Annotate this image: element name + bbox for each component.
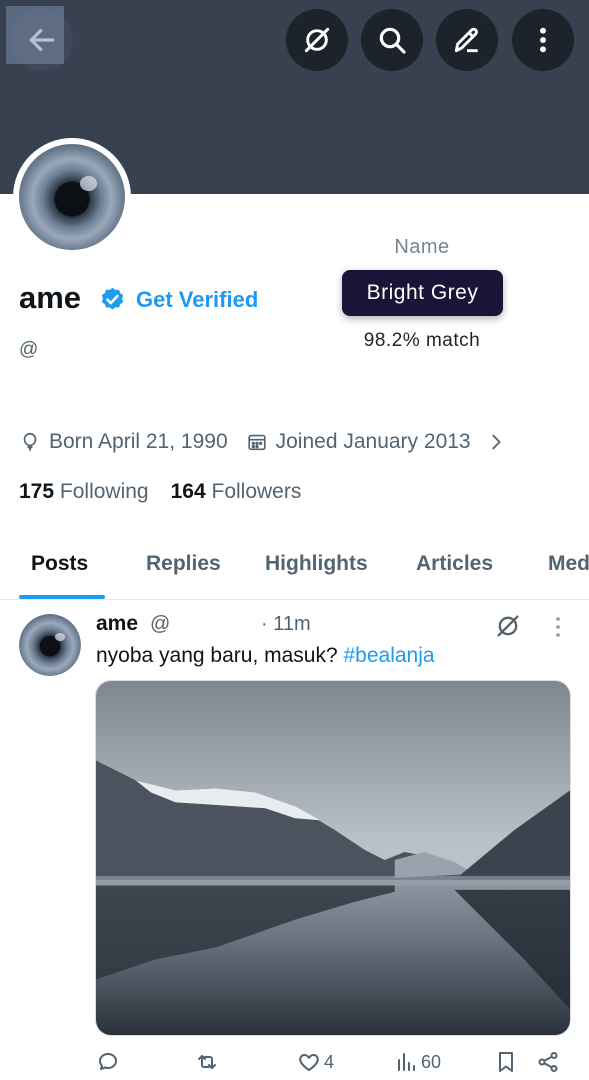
tab-articles[interactable]: Articles — [416, 552, 493, 576]
balloon-icon — [23, 432, 37, 452]
profile-tabs: Posts Replies Highlights Articles Media — [0, 540, 589, 600]
followers-link[interactable]: 164 Followers — [171, 480, 302, 503]
tab-replies[interactable]: Replies — [146, 552, 221, 576]
avatar-image — [19, 144, 125, 250]
birthdate: Born April 21, 1990 — [19, 430, 228, 454]
tab-highlights[interactable]: Highlights — [265, 552, 368, 576]
post-author-handle: @ — [150, 613, 171, 635]
following-label: Following — [59, 480, 149, 503]
grok-icon[interactable] — [494, 612, 522, 640]
color-name-label: Name — [394, 236, 450, 258]
color-match-percent: 98.2% match — [363, 330, 481, 351]
post-hashtag[interactable]: #bealanja — [344, 644, 435, 667]
calendar-icon — [248, 434, 266, 451]
tab-posts[interactable]: Posts — [31, 552, 88, 576]
profile-meta-row: Born April 21, 1990 Joined January 2013 — [19, 430, 515, 454]
followers-count: 164 — [170, 480, 206, 503]
color-name-pill: Bright Grey — [342, 270, 503, 316]
like-count: 4 — [324, 1051, 335, 1072]
grok-icon — [304, 27, 330, 53]
verified-badge-icon — [101, 287, 124, 310]
share-icon — [538, 1052, 558, 1072]
display-name: ame — [19, 280, 82, 315]
post-text: nyoba yang baru, masuk? #bealanja — [96, 644, 435, 668]
bookmark-icon — [499, 1052, 513, 1072]
view-count: 60 — [421, 1051, 442, 1072]
color-name-card: Name Bright Grey 98.2% match — [330, 230, 530, 378]
post-avatar[interactable] — [19, 614, 81, 676]
search-icon — [379, 27, 406, 54]
post-author-name[interactable]: ame — [96, 612, 138, 636]
views-button[interactable]: 60 — [394, 1050, 441, 1074]
get-verified-link[interactable]: Get Verified — [136, 287, 258, 313]
profile-handle: @ — [19, 339, 39, 360]
join-date-text: Joined January 2013 — [275, 430, 471, 453]
views-chart-icon — [398, 1053, 415, 1071]
lake-mountain-photo — [96, 681, 570, 1035]
reply-icon — [99, 1053, 117, 1070]
tab-media[interactable]: Media — [548, 552, 589, 576]
post-image[interactable] — [95, 680, 571, 1036]
following-count: 175 — [19, 480, 55, 503]
more-options-button[interactable] — [512, 9, 574, 71]
profile-avatar[interactable] — [13, 138, 131, 256]
share-button[interactable] — [536, 1050, 560, 1074]
repost-icon — [198, 1055, 216, 1069]
join-date[interactable]: Joined January 2013 — [246, 430, 471, 454]
bookmark-button[interactable] — [494, 1050, 518, 1074]
grok-button[interactable] — [286, 9, 348, 71]
like-button[interactable]: 4 — [297, 1050, 334, 1074]
post-action-bar: 4 60 — [0, 1046, 589, 1080]
edit-button[interactable] — [436, 9, 498, 71]
back-button-highlight — [6, 6, 64, 64]
more-vertical-icon — [540, 27, 546, 53]
follow-counts: 175 Following 164 Followers — [19, 480, 301, 504]
post-body: nyoba yang baru, masuk? — [96, 644, 344, 667]
reply-button[interactable] — [96, 1050, 120, 1074]
following-link[interactable]: 175 Following — [19, 480, 149, 503]
chevron-right-icon[interactable] — [485, 431, 507, 453]
repost-button[interactable] — [195, 1050, 219, 1074]
followers-label: Followers — [211, 480, 302, 503]
edit-icon — [454, 27, 478, 53]
post-avatar-image — [19, 614, 81, 676]
more-vertical-icon[interactable] — [552, 614, 564, 640]
birthdate-text: Born April 21, 1990 — [49, 430, 228, 453]
search-button[interactable] — [361, 9, 423, 71]
post-timestamp: · 11m — [261, 613, 311, 635]
active-tab-indicator — [19, 595, 105, 599]
heart-icon — [299, 1054, 319, 1071]
